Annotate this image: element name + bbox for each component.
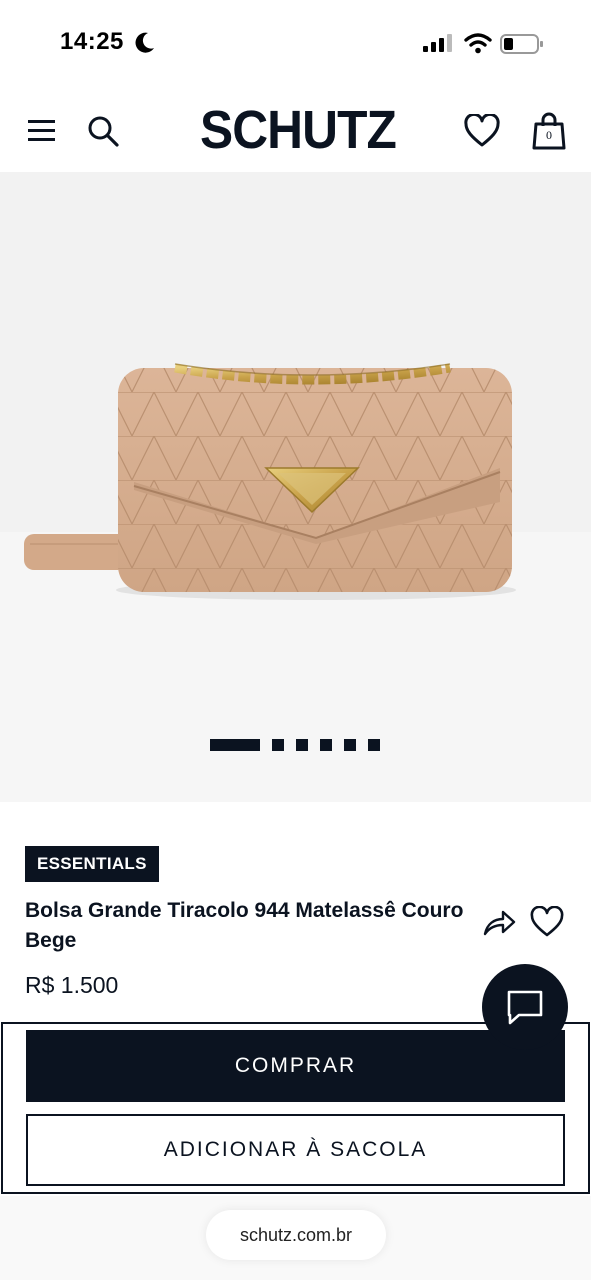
buy-button[interactable]: COMPRAR xyxy=(26,1030,565,1102)
battery-icon xyxy=(500,34,543,54)
carousel-dot[interactable] xyxy=(368,739,380,751)
collection-badge: ESSENTIALS xyxy=(25,846,159,882)
chat-button[interactable] xyxy=(482,964,568,1050)
site-header: SCHUTZ 0 xyxy=(0,88,591,172)
carousel-dot-active[interactable] xyxy=(210,739,260,751)
wifi-icon xyxy=(464,33,492,54)
carousel-dot[interactable] xyxy=(344,739,356,751)
carousel-dot[interactable] xyxy=(320,739,332,751)
carousel-dot[interactable] xyxy=(272,739,284,751)
product-price: R$ 1.500 xyxy=(25,972,119,998)
menu-icon[interactable] xyxy=(26,118,58,144)
product-image xyxy=(24,363,516,600)
carousel-dot[interactable] xyxy=(296,739,308,751)
product-image-gallery[interactable] xyxy=(0,172,591,802)
brand-logo[interactable]: SCHUTZ xyxy=(200,100,397,160)
favorite-icon[interactable] xyxy=(530,906,564,938)
search-icon[interactable] xyxy=(86,114,120,148)
url-bar[interactable]: schutz.com.br xyxy=(206,1210,386,1260)
signal-icon xyxy=(423,34,452,52)
heart-icon[interactable] xyxy=(464,114,500,148)
moon-icon xyxy=(135,32,154,53)
share-icon[interactable] xyxy=(482,908,516,938)
product-title: Bolsa Grande Tiracolo 944 Matelassê Cour… xyxy=(25,899,464,952)
status-time: 14:25 xyxy=(60,28,124,55)
status-bar: 14:25 xyxy=(0,0,591,88)
chat-icon xyxy=(507,990,543,1025)
add-to-bag-button[interactable]: ADICIONAR À SACOLA xyxy=(26,1114,565,1186)
cart-count: 0 xyxy=(546,128,552,142)
